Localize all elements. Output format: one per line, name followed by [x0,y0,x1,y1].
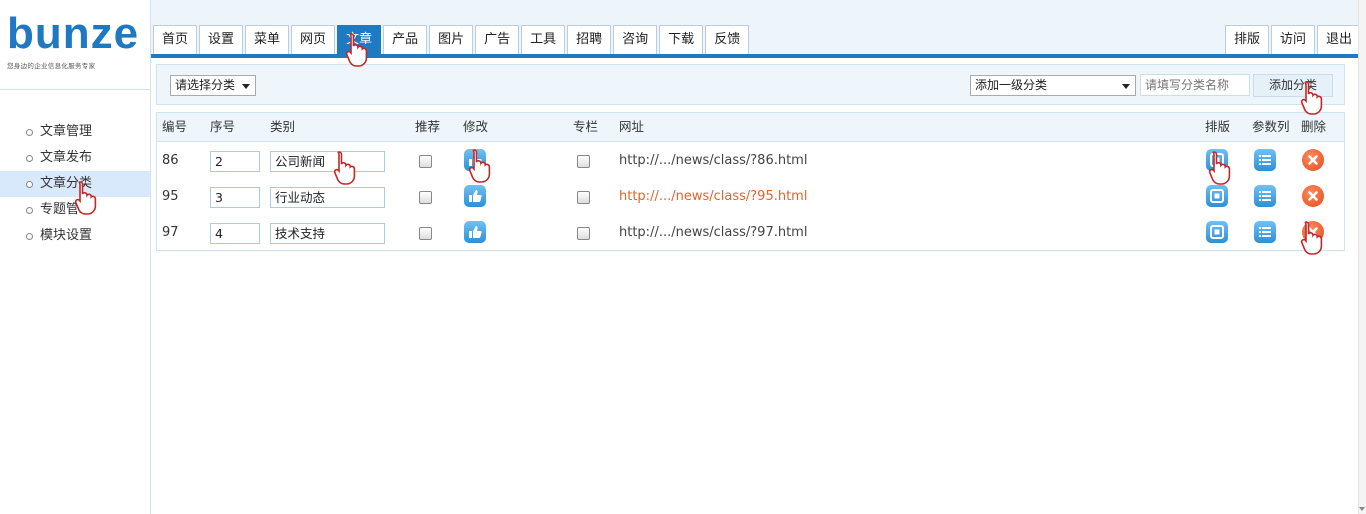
thumbs-up-edit-icon[interactable] [464,221,486,243]
tab-consult[interactable]: 咨询 [613,25,658,54]
column-checkbox[interactable] [577,155,590,168]
bullet-icon [26,129,33,136]
tab-home[interactable]: 首页 [153,25,198,54]
sidebar-item-label: 文章管理 [40,124,93,139]
category-toolbar: 请选择分类 添加一级分类 添加分类 [156,64,1345,105]
delete-icon[interactable] [1302,149,1324,171]
list-icon[interactable] [1254,185,1276,207]
category-name-field[interactable]: 公司新闻 [270,151,385,172]
main-tabs: 首页 设置 菜单 网页 文章 产品 图片 广告 工具 招聘 咨询 下载 反馈 [151,25,750,54]
category-name-field[interactable]: 技术支持 [270,223,385,244]
logo: bunze 您身边的企业信息化服务专家 [0,0,150,90]
scrollbar[interactable] [1358,0,1366,514]
table-row: 97 4 技术支持 http://.../news/class/?97.html [157,215,1344,251]
recommend-checkbox[interactable] [419,227,432,240]
tab-tools[interactable]: 工具 [521,25,566,54]
column-checkbox[interactable] [577,227,590,240]
side-menu: 文章管理 文章发布 文章分类 专题管理 模块设置 [0,119,150,249]
sidebar-item-topic-manage[interactable]: 专题管理 [0,197,150,223]
category-url-link[interactable]: http://.../news/class/?97.html [619,215,807,251]
tab-feedback[interactable]: 反馈 [705,25,750,54]
tab-menu[interactable]: 菜单 [245,25,290,54]
level-select-value: 添加一级分类 [975,78,1048,92]
delete-icon[interactable] [1302,221,1324,243]
recommend-checkbox[interactable] [419,155,432,168]
order-input[interactable]: 4 [210,223,260,244]
sidebar-item-label: 文章发布 [40,150,93,165]
tab-articles[interactable]: 文章 [337,25,382,54]
top-nav: 首页 设置 菜单 网页 文章 产品 图片 广告 工具 招聘 咨询 下载 反馈 排… [151,0,1366,58]
tab-visit[interactable]: 访问 [1270,25,1315,54]
header-url: 网址 [619,119,645,134]
bullet-icon [26,155,33,162]
tab-logout[interactable]: 退出 [1316,25,1361,54]
scroll-down-arrow-icon[interactable] [1359,507,1365,511]
thumbs-up-edit-icon[interactable] [464,149,486,171]
column-checkbox[interactable] [577,191,590,204]
header-order: 序号 [210,119,236,134]
sidebar-item-article-publish[interactable]: 文章发布 [0,145,150,171]
sidebar-item-label: 专题管理 [40,202,93,217]
utility-tabs: 排版 访问 退出 [1223,25,1361,54]
header-sort: 排版 [1205,119,1231,134]
chevron-down-icon [1122,84,1130,89]
sidebar-item-label: 文章分类 [40,176,93,191]
header-recommend: 推荐 [415,119,441,134]
sidebar-item-module-settings[interactable]: 模块设置 [0,223,150,249]
table-row: 86 2 公司新闻 http://.../news/class/?86.html [157,143,1344,179]
logo-text: bunze [7,9,140,58]
table-row: 95 3 行业动态 http://.../news/class/?95.html [157,179,1344,215]
thumbs-up-edit-icon[interactable] [464,185,486,207]
layout-icon[interactable] [1206,149,1228,171]
row-id: 95 [162,189,179,204]
row-id: 97 [162,225,179,240]
sidebar: bunze 您身边的企业信息化服务专家 文章管理 文章发布 文章分类 专题管理 … [0,0,151,514]
tab-layout[interactable]: 排版 [1224,25,1269,54]
header-edit: 修改 [463,119,489,134]
layout-icon[interactable] [1206,221,1228,243]
category-table: 编号 序号 类别 推荐 修改 专栏 网址 排版 参数列 删除 86 2 公司新闻… [156,112,1345,251]
row-id: 86 [162,153,179,168]
tab-ads[interactable]: 广告 [475,25,520,54]
tab-images[interactable]: 图片 [429,25,474,54]
list-icon[interactable] [1254,149,1276,171]
header-column: 专栏 [573,119,599,134]
category-url-link[interactable]: http://.../news/class/?95.html [619,179,807,215]
tab-downloads[interactable]: 下载 [659,25,704,54]
table-header: 编号 序号 类别 推荐 修改 专栏 网址 排版 参数列 删除 [157,113,1344,142]
bullet-icon [26,181,33,188]
add-category-button[interactable]: 添加分类 [1253,74,1333,97]
category-url-link[interactable]: http://.../news/class/?86.html [619,143,807,179]
order-input[interactable]: 2 [210,151,260,172]
tab-jobs[interactable]: 招聘 [567,25,612,54]
header-category: 类别 [270,119,296,134]
order-input[interactable]: 3 [210,187,260,208]
sidebar-item-label: 模块设置 [40,228,93,243]
header-id: 编号 [162,119,188,134]
recommend-checkbox[interactable] [419,191,432,204]
tab-settings[interactable]: 设置 [199,25,244,54]
layout-icon[interactable] [1206,185,1228,207]
tab-pages[interactable]: 网页 [291,25,336,54]
sidebar-item-article-category[interactable]: 文章分类 [0,171,150,197]
bullet-icon [26,207,33,214]
bullet-icon [26,233,33,240]
category-filter-value: 请选择分类 [175,78,236,92]
header-delete: 删除 [1301,119,1327,134]
chevron-down-icon [242,84,250,89]
category-filter-select[interactable]: 请选择分类 [170,75,256,96]
list-icon[interactable] [1254,221,1276,243]
tab-products[interactable]: 产品 [383,25,428,54]
sidebar-item-article-manage[interactable]: 文章管理 [0,119,150,145]
delete-icon[interactable] [1302,185,1324,207]
logo-slogan: 您身边的企业信息化服务专家 [7,62,96,70]
header-params: 参数列 [1252,119,1290,134]
level-select[interactable]: 添加一级分类 [970,75,1136,96]
category-name-field[interactable]: 行业动态 [270,187,385,208]
category-name-input[interactable] [1140,74,1250,96]
